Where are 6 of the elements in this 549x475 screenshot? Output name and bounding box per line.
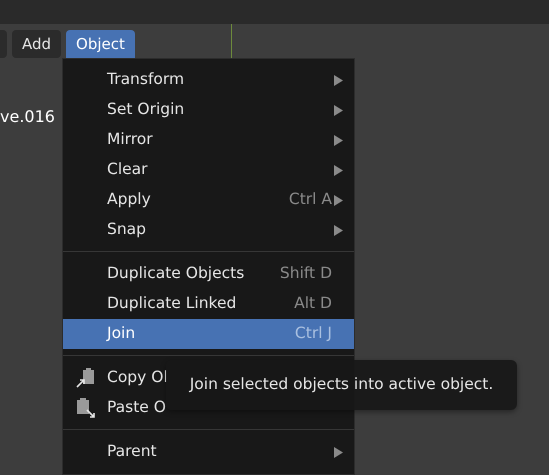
shortcut-text: Shift D	[280, 263, 332, 284]
object-name: ve.016	[0, 106, 55, 128]
shortcut-text: Ctrl A	[288, 189, 332, 210]
shortcut-text: Alt D	[294, 293, 332, 314]
shortcut-text: Ctrl J	[294, 323, 332, 344]
tooltip: Join selected objects into active object.	[166, 360, 517, 410]
